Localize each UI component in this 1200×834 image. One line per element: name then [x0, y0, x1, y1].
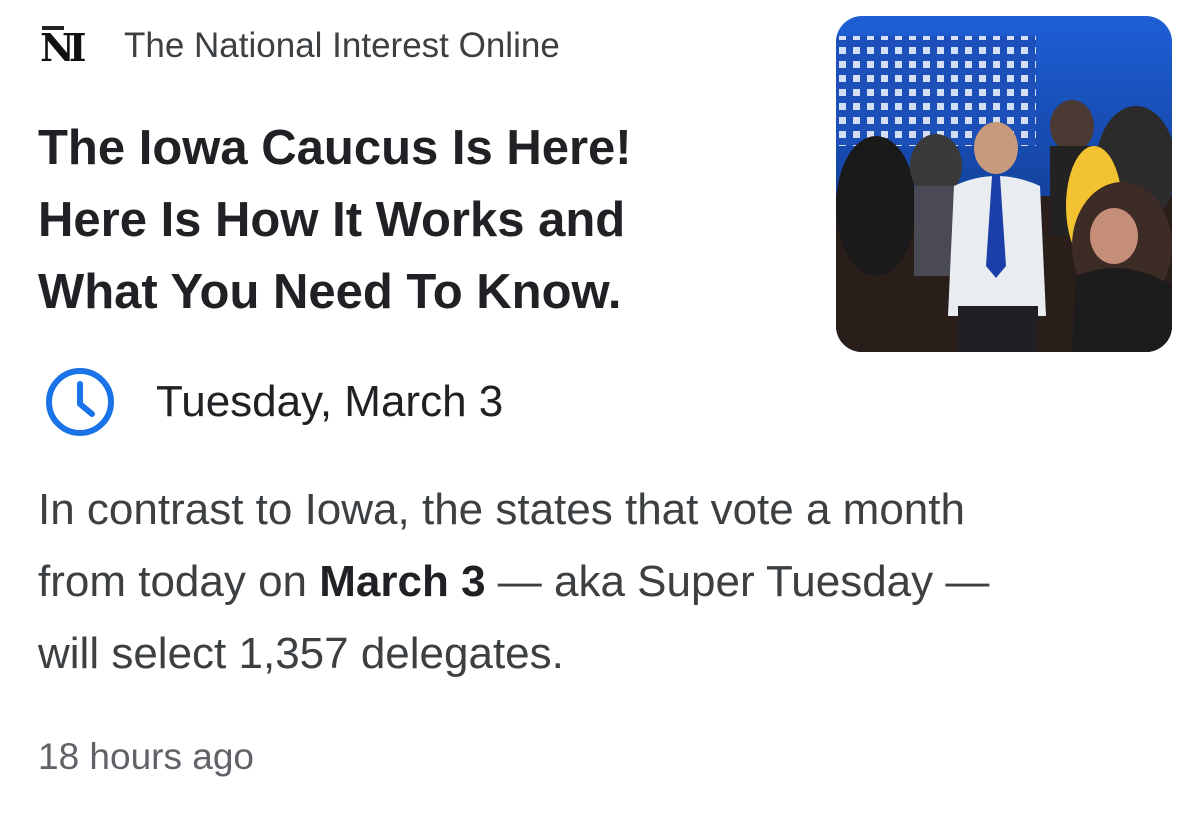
source-row: NI The National Interest Online — [40, 18, 560, 74]
published-time: 18 hours ago — [38, 736, 255, 777]
clock-icon — [46, 368, 114, 436]
snippet-text: from today on — [38, 557, 320, 606]
headline-line: Here Is How It Works and — [38, 193, 626, 247]
snippet-text: — aka Super Tuesday — — [485, 557, 990, 606]
snippet-highlight: March 3 — [319, 557, 486, 606]
snippet-line: In contrast to Iowa, the states that vot… — [38, 485, 965, 534]
publisher-name: The National Interest Online — [124, 26, 560, 65]
event-date: Tuesday, March 3 — [156, 377, 504, 426]
publisher-logo: NI — [40, 20, 96, 72]
headline-line: What You Need To Know. — [38, 265, 622, 319]
article-thumbnail[interactable] — [836, 16, 1172, 352]
news-photo-thumbnail — [836, 16, 1172, 352]
publisher-logo-text: NI — [40, 25, 86, 70]
article-headline[interactable]: The Iowa Caucus Is Here! Here Is How It … — [38, 112, 798, 328]
article-snippet: In contrast to Iowa, the states that vot… — [38, 474, 1168, 690]
headline-line: The Iowa Caucus Is Here! — [38, 121, 632, 175]
snippet-line: will select 1,357 delegates. — [38, 629, 564, 678]
event-date-row: Tuesday, March 3 — [44, 366, 503, 438]
news-card[interactable]: NI The National Interest Online The Iowa… — [0, 0, 1200, 834]
